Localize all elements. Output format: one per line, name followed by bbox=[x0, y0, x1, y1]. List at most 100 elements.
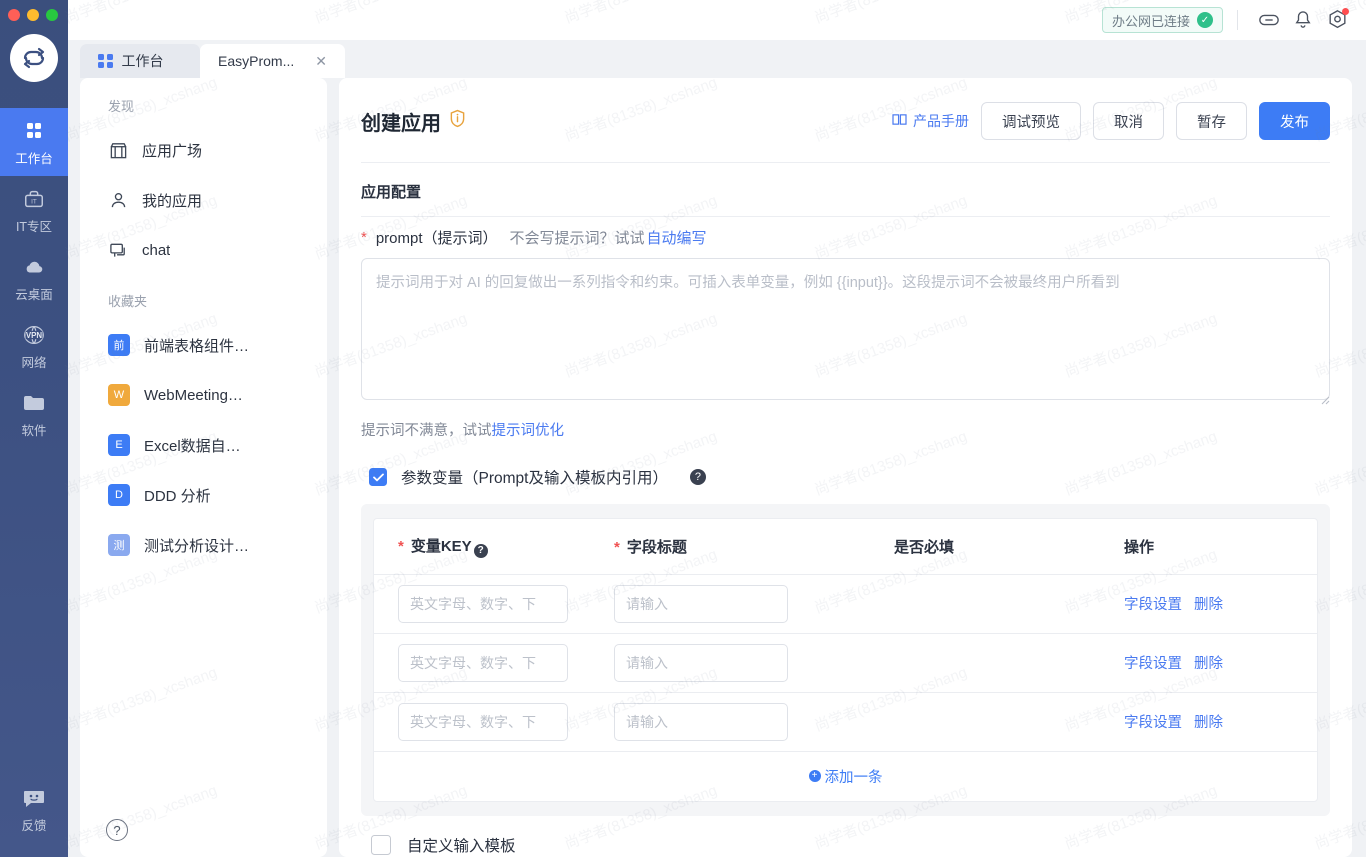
auto-write-link[interactable]: 自动编写 bbox=[647, 227, 707, 248]
cell-required-toggle bbox=[894, 653, 1124, 685]
nav-item-my-apps[interactable]: 我的应用 bbox=[80, 175, 327, 225]
plus-circle-icon: + bbox=[808, 770, 821, 782]
main-region: 办公网已连接 ✓ 工作台 EasyProm... ✕ 发现 应用广场 我的应用 … bbox=[68, 0, 1366, 857]
rail-item-software[interactable]: 软件 bbox=[0, 380, 68, 448]
table-header-row: * 变量KEY? * 字段标题 是否必填 操作 bbox=[374, 519, 1317, 575]
params-enable-row: 参数变量（Prompt及输入模板内引用） ? bbox=[361, 440, 1330, 504]
window-zoom-button[interactable] bbox=[46, 9, 58, 21]
nav-item-favorite-3[interactable]: D DDD 分析 bbox=[80, 470, 327, 520]
prompt-textarea-wrap bbox=[361, 258, 1330, 405]
field-title-input[interactable] bbox=[614, 702, 788, 741]
nav-item-label: 我的应用 bbox=[142, 192, 203, 210]
col-header-field-title: * 字段标题 bbox=[614, 520, 894, 573]
question-circle-icon[interactable]: ? bbox=[106, 819, 128, 841]
app-rail: 工作台 IT IT专区 云桌面 VPN 网络 软件 反馈 bbox=[0, 0, 68, 857]
bell-icon[interactable] bbox=[1286, 3, 1320, 37]
app-badge-icon: E bbox=[108, 434, 130, 456]
toolbar-divider bbox=[1237, 10, 1238, 30]
prompt-input[interactable] bbox=[361, 258, 1330, 400]
tab-strip: 工作台 EasyProm... ✕ bbox=[68, 40, 1366, 78]
field-title-input[interactable] bbox=[614, 584, 788, 623]
delete-link[interactable]: 删除 bbox=[1194, 593, 1223, 614]
app-badge-icon: W bbox=[108, 384, 130, 406]
nav-group-title-favorites: 收藏夹 bbox=[108, 294, 148, 309]
window-traffic-lights[interactable] bbox=[8, 9, 58, 21]
section-title-app-config: 应用配置 bbox=[361, 184, 422, 201]
secondary-nav-panel: 发现 应用广场 我的应用 chat 收藏夹 前 前端表格组件… W WebMee… bbox=[80, 78, 327, 857]
rail-item-feedback[interactable]: 反馈 bbox=[0, 775, 68, 843]
rail-item-label: 反馈 bbox=[21, 818, 47, 833]
folder-icon bbox=[22, 390, 46, 416]
variable-key-input[interactable] bbox=[398, 584, 568, 623]
app-logo bbox=[10, 34, 58, 82]
question-mark-icon[interactable]: ? bbox=[473, 543, 488, 558]
add-row-button[interactable]: + 添加一条 bbox=[808, 766, 883, 787]
nav-item-chat[interactable]: chat bbox=[80, 225, 327, 275]
params-label: 参数变量（Prompt及输入模板内引用） bbox=[401, 470, 668, 487]
field-settings-link[interactable]: 字段设置 bbox=[1124, 652, 1182, 673]
rail-item-label: 网络 bbox=[21, 355, 47, 370]
custom-template-checkbox[interactable] bbox=[371, 834, 391, 855]
debug-preview-button[interactable]: 调试预览 bbox=[981, 102, 1081, 140]
table-row: 字段设置 删除 bbox=[374, 693, 1317, 752]
window-close-button[interactable] bbox=[8, 9, 20, 21]
rail-item-network[interactable]: VPN 网络 bbox=[0, 312, 68, 380]
link-icon[interactable] bbox=[1252, 3, 1286, 37]
app-badge-icon: 测 bbox=[108, 534, 130, 556]
variable-key-input[interactable] bbox=[398, 643, 568, 682]
nav-item-favorite-2[interactable]: E Excel数据自… bbox=[80, 420, 327, 470]
cell-actions: 字段设置 删除 bbox=[1124, 583, 1317, 624]
product-manual-link[interactable]: 产品手册 bbox=[892, 111, 969, 131]
product-manual-label: 产品手册 bbox=[913, 113, 969, 129]
custom-template-label: 自定义输入模板 bbox=[407, 837, 516, 855]
rail-item-it-zone[interactable]: IT IT专区 bbox=[0, 176, 68, 244]
save-draft-button[interactable]: 暂存 bbox=[1176, 102, 1247, 140]
shield-info-icon bbox=[449, 109, 466, 134]
nav-item-favorite-0[interactable]: 前 前端表格组件… bbox=[80, 320, 327, 370]
field-title-input[interactable] bbox=[614, 643, 788, 682]
nav-item-favorite-4[interactable]: 测 测试分析设计… bbox=[80, 520, 327, 570]
toggle-knob bbox=[896, 723, 916, 744]
prompt-optimize-prefix: 提示词不满意，试试 bbox=[361, 423, 492, 439]
field-settings-link[interactable]: 字段设置 bbox=[1124, 593, 1182, 614]
col-header-variable-key: * 变量KEY? bbox=[374, 519, 614, 574]
cell-variable-key bbox=[374, 693, 614, 751]
delete-link[interactable]: 删除 bbox=[1194, 652, 1223, 673]
delete-link[interactable]: 删除 bbox=[1194, 711, 1223, 732]
nav-item-app-store[interactable]: 应用广场 bbox=[80, 125, 327, 175]
params-table: * 变量KEY? * 字段标题 是否必填 操作 英文字母、数字、下 请输入 字段… bbox=[373, 518, 1318, 802]
tab-workbench[interactable]: 工作台 bbox=[80, 44, 200, 78]
close-icon[interactable]: ✕ bbox=[315, 53, 327, 70]
params-checkbox[interactable] bbox=[369, 468, 387, 486]
svg-text:VPN: VPN bbox=[26, 330, 43, 339]
window-minimize-button[interactable] bbox=[27, 9, 39, 21]
nav-item-label: 前端表格组件… bbox=[144, 337, 250, 355]
prompt-optimize-link[interactable]: 提示词优化 bbox=[492, 423, 565, 439]
grid-icon bbox=[98, 53, 113, 69]
tab-easyprompt[interactable]: EasyProm... ✕ bbox=[200, 44, 345, 78]
publish-button[interactable]: 发布 bbox=[1259, 102, 1330, 140]
cell-actions: 字段设置 删除 bbox=[1124, 642, 1317, 683]
cancel-button[interactable]: 取消 bbox=[1093, 102, 1164, 140]
variable-key-input[interactable] bbox=[398, 702, 568, 741]
nav-item-favorite-1[interactable]: W WebMeeting… bbox=[80, 370, 327, 420]
required-mark: * bbox=[614, 538, 620, 556]
cell-field-title bbox=[614, 634, 894, 692]
question-mark-icon[interactable]: ? bbox=[689, 469, 706, 485]
rail-item-workbench[interactable]: 工作台 bbox=[0, 108, 68, 176]
network-status-badge[interactable]: 办公网已连接 ✓ bbox=[1101, 7, 1223, 33]
field-settings-link[interactable]: 字段设置 bbox=[1124, 711, 1182, 732]
tab-label: 工作台 bbox=[121, 53, 164, 69]
col-header-label: 变量KEY bbox=[410, 538, 472, 555]
rail-item-cloud-desktop[interactable]: 云桌面 bbox=[0, 244, 68, 312]
textarea-resize-handle[interactable] bbox=[1318, 393, 1330, 405]
rail-item-label: 工作台 bbox=[15, 151, 53, 166]
rail-item-label: 软件 bbox=[21, 423, 47, 438]
required-mark: * bbox=[398, 538, 404, 555]
cell-variable-key bbox=[374, 634, 614, 692]
nav-group-title-discover: 发现 bbox=[108, 99, 135, 114]
cell-required-toggle bbox=[894, 594, 1124, 626]
settings-hex-icon[interactable] bbox=[1320, 3, 1354, 37]
col-header-required: 是否必填 bbox=[894, 538, 955, 556]
nav-item-label: 应用广场 bbox=[142, 142, 203, 160]
